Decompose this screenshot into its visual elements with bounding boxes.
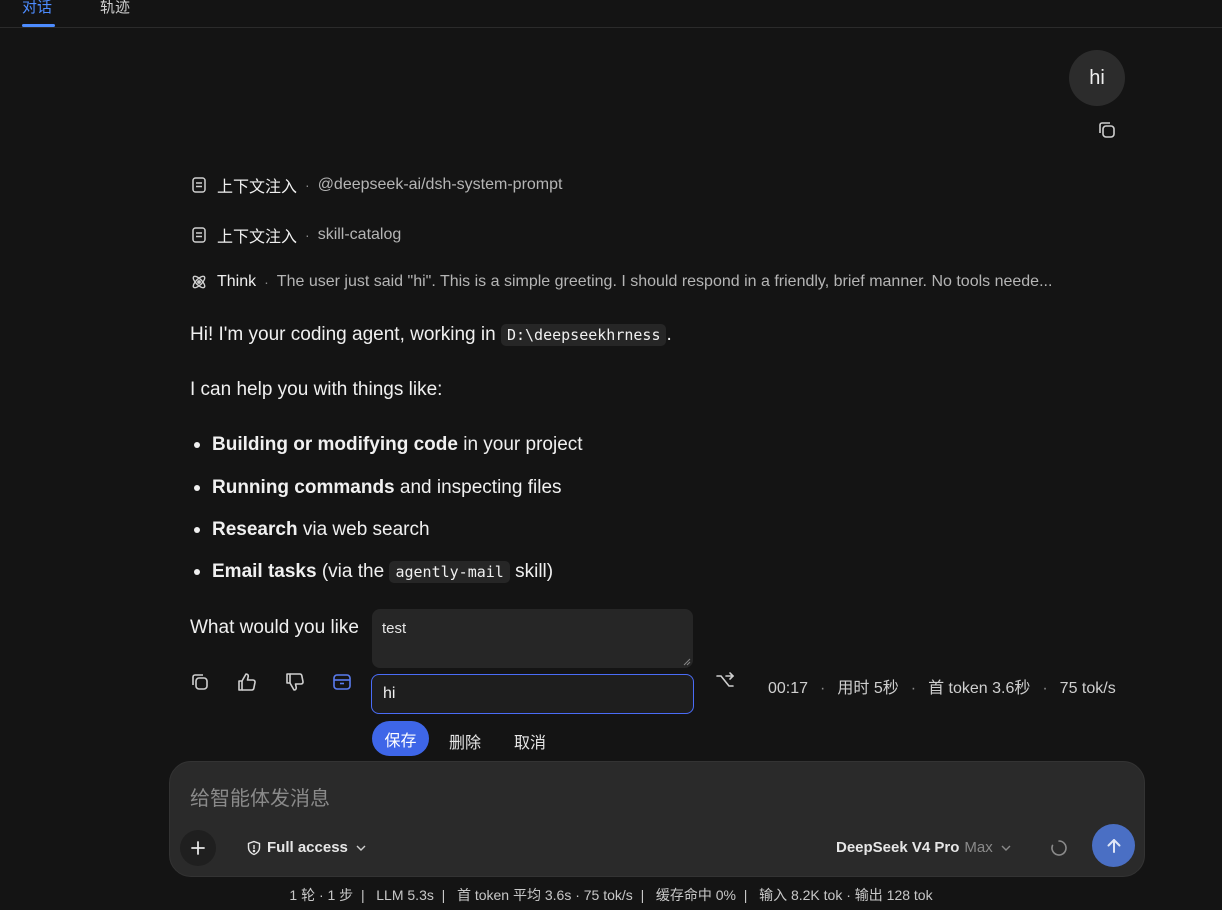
thumbs-up-icon[interactable] bbox=[236, 671, 258, 693]
message-stats: 00:17 · 用时 5秒 · 首 token 3.6秒 · 75 tok/s bbox=[768, 680, 1116, 697]
context-item[interactable]: 上下文注入 · @deepseek-ai/dsh-system-prompt bbox=[190, 173, 562, 197]
stat-duration: 用时 5秒 bbox=[837, 680, 899, 697]
stat-speed: 75 tok/s bbox=[1059, 680, 1116, 697]
access-mode-label: Full access bbox=[267, 839, 348, 856]
branch-icon[interactable] bbox=[714, 671, 736, 693]
list-item: Running commands and inspecting files bbox=[194, 477, 562, 499]
stat-first-token: 首 token 3.6秒 bbox=[928, 680, 1031, 697]
delete-button[interactable]: 删除 bbox=[449, 729, 481, 753]
think-item[interactable]: Think · The user just said "hi". This is… bbox=[190, 273, 1052, 291]
session-stats-footer: 1 轮 · 1 步 | LLM 5.3s | 首 token 平均 3.6s ·… bbox=[289, 887, 933, 903]
copy-icon[interactable] bbox=[1096, 119, 1118, 141]
atom-icon bbox=[192, 275, 206, 289]
list-item: Email tasks (via the agently-mail skill) bbox=[194, 561, 553, 583]
context-title: 上下文注入 bbox=[217, 229, 298, 246]
save-button[interactable]: 保存 bbox=[372, 721, 429, 756]
tab-trajectory[interactable]: 轨迹 bbox=[100, 0, 130, 17]
list-item: Building or modifying code in your proje… bbox=[194, 434, 583, 456]
edit-textarea[interactable]: test bbox=[372, 609, 693, 668]
copy-icon[interactable] bbox=[189, 671, 211, 693]
inline-code: agently-mail bbox=[389, 561, 510, 583]
tab-conversation[interactable]: 对话 bbox=[22, 0, 52, 17]
message-input[interactable]: 给智能体发消息 bbox=[190, 782, 330, 811]
model-tier: Max bbox=[964, 839, 993, 856]
model-name: DeepSeek V4 Pro bbox=[836, 839, 960, 856]
active-tab-indicator bbox=[22, 24, 55, 27]
think-title: Think bbox=[217, 273, 257, 290]
reply-closing: What would you like bbox=[190, 617, 359, 638]
context-detail: @deepseek-ai/dsh-system-prompt bbox=[317, 176, 563, 193]
chevron-down-icon bbox=[356, 845, 366, 851]
think-detail: The user just said "hi". This is a simpl… bbox=[276, 273, 1053, 290]
list-item: Research via web search bbox=[194, 519, 430, 541]
edit-input[interactable] bbox=[371, 674, 694, 714]
send-button[interactable] bbox=[1092, 824, 1135, 867]
reply-help-line: I can help you with things like: bbox=[190, 379, 443, 400]
shield-icon bbox=[247, 840, 261, 855]
inline-code: D:\deepseekhrness bbox=[500, 324, 667, 346]
reply-intro: Hi! I'm your coding agent, working in D:… bbox=[190, 324, 672, 346]
resize-handle-icon[interactable] bbox=[683, 658, 691, 666]
context-detail: skill-catalog bbox=[317, 226, 402, 243]
context-title: 上下文注入 bbox=[217, 179, 298, 196]
context-item[interactable]: 上下文注入 · skill-catalog bbox=[190, 223, 401, 247]
add-attachment-button[interactable] bbox=[180, 830, 216, 866]
loading-spinner-icon bbox=[1051, 840, 1067, 856]
cancel-button[interactable]: 取消 bbox=[514, 729, 546, 753]
model-selector[interactable]: DeepSeek V4 Pro Max bbox=[836, 839, 1013, 856]
message-composer: 给智能体发消息 Full access DeepSeek V4 Pro Max bbox=[169, 761, 1145, 877]
chevron-down-icon bbox=[1001, 845, 1011, 851]
access-mode-dropdown[interactable]: Full access bbox=[246, 839, 373, 856]
document-icon bbox=[192, 177, 206, 193]
top-tabs: 对话 轨迹 bbox=[0, 0, 1222, 28]
thumbs-down-icon[interactable] bbox=[284, 671, 306, 693]
archive-icon[interactable] bbox=[331, 671, 353, 693]
user-message-bubble: hi bbox=[1069, 50, 1125, 106]
plus-icon bbox=[191, 841, 205, 855]
arrow-up-icon bbox=[1107, 838, 1120, 853]
stat-time: 00:17 bbox=[768, 680, 809, 697]
document-icon bbox=[192, 227, 206, 243]
